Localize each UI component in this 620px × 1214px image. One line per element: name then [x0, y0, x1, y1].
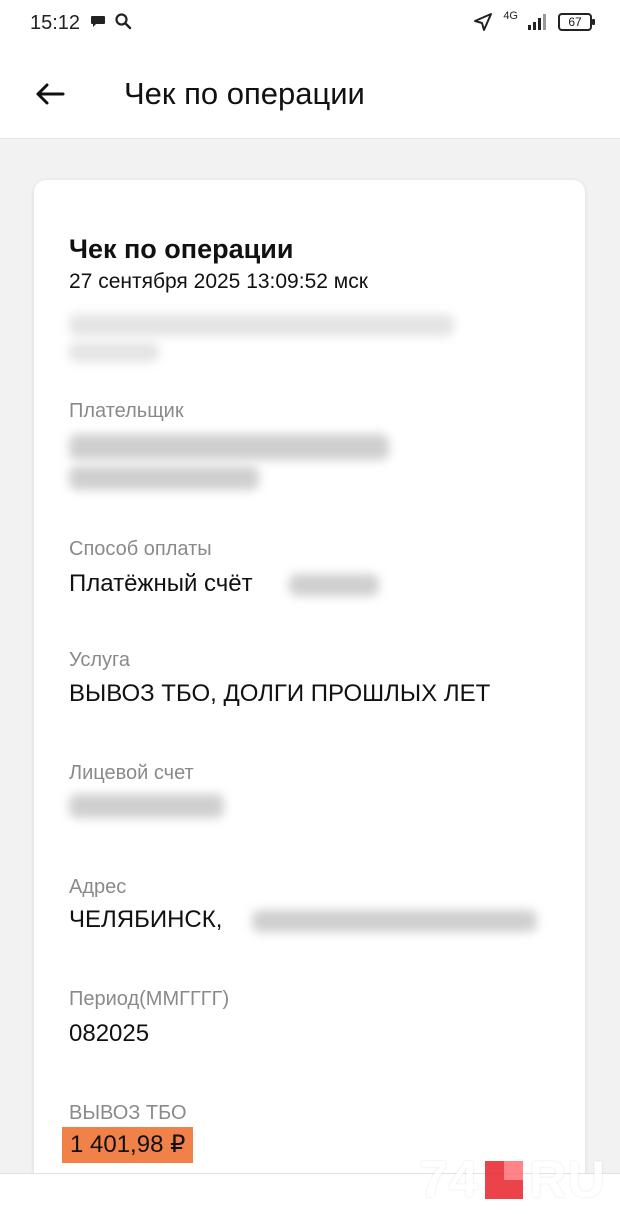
- back-button[interactable]: [30, 74, 70, 114]
- chat-bubble-icon: [91, 16, 105, 27]
- period-label: Период(ММГГГГ): [69, 988, 230, 1010]
- redacted-personal-account: [69, 794, 224, 818]
- address-value: ЧЕЛЯБИНСК,: [69, 906, 223, 933]
- signal-bars-icon: [528, 14, 546, 30]
- payment-method-value: Платёжный счёт: [69, 570, 253, 597]
- search-icon: [115, 13, 132, 30]
- redacted-address: [252, 910, 537, 932]
- status-time: 15:12: [30, 12, 81, 34]
- receipt-title: Чек по операции: [69, 234, 294, 264]
- site-watermark: 74 RU: [419, 1150, 606, 1210]
- status-bar: 15:12 4G 67: [0, 0, 620, 48]
- redacted-payer-line-1: [69, 434, 389, 460]
- payer-label: Плательщик: [69, 400, 184, 422]
- redacted-recipient-line-1: [69, 314, 454, 336]
- receipt-card: Чек по операции 27 сентября 2025 13:09:5…: [34, 180, 585, 1213]
- battery-icon: 67: [558, 13, 595, 31]
- receipt-datetime: 27 сентября 2025 13:09:52 мск: [69, 270, 368, 293]
- app-header: Чек по операции: [0, 48, 620, 139]
- amount-value: 1 401,98 ₽: [62, 1127, 194, 1163]
- watermark-ru: RU: [528, 1151, 606, 1209]
- back-arrow-icon: [36, 83, 65, 105]
- service-label: Услуга: [69, 649, 131, 671]
- network-type: 4G: [503, 10, 518, 22]
- personal-account-label: Лицевой счет: [69, 762, 194, 784]
- redacted-payer-line-2: [69, 466, 259, 490]
- payment-method-label: Способ оплаты: [69, 538, 212, 560]
- page-title: Чек по операции: [124, 76, 365, 111]
- address-label: Адрес: [69, 876, 127, 898]
- status-right-area: 4G 67: [473, 10, 595, 32]
- service-value: ВЫВОЗ ТБО, ДОЛГИ ПРОШЛЫХ ЛЕТ: [69, 680, 491, 707]
- watermark-logo-square: [484, 1161, 523, 1199]
- amount-label: ВЫВОЗ ТБО: [69, 1102, 187, 1124]
- status-notification-icons: [90, 12, 132, 30]
- redacted-recipient-line-2: [69, 342, 159, 362]
- redacted-account-number: [289, 574, 379, 596]
- watermark-74: 74: [419, 1151, 479, 1209]
- period-value: 082025: [69, 1020, 150, 1047]
- location-arrow-icon: [474, 13, 493, 31]
